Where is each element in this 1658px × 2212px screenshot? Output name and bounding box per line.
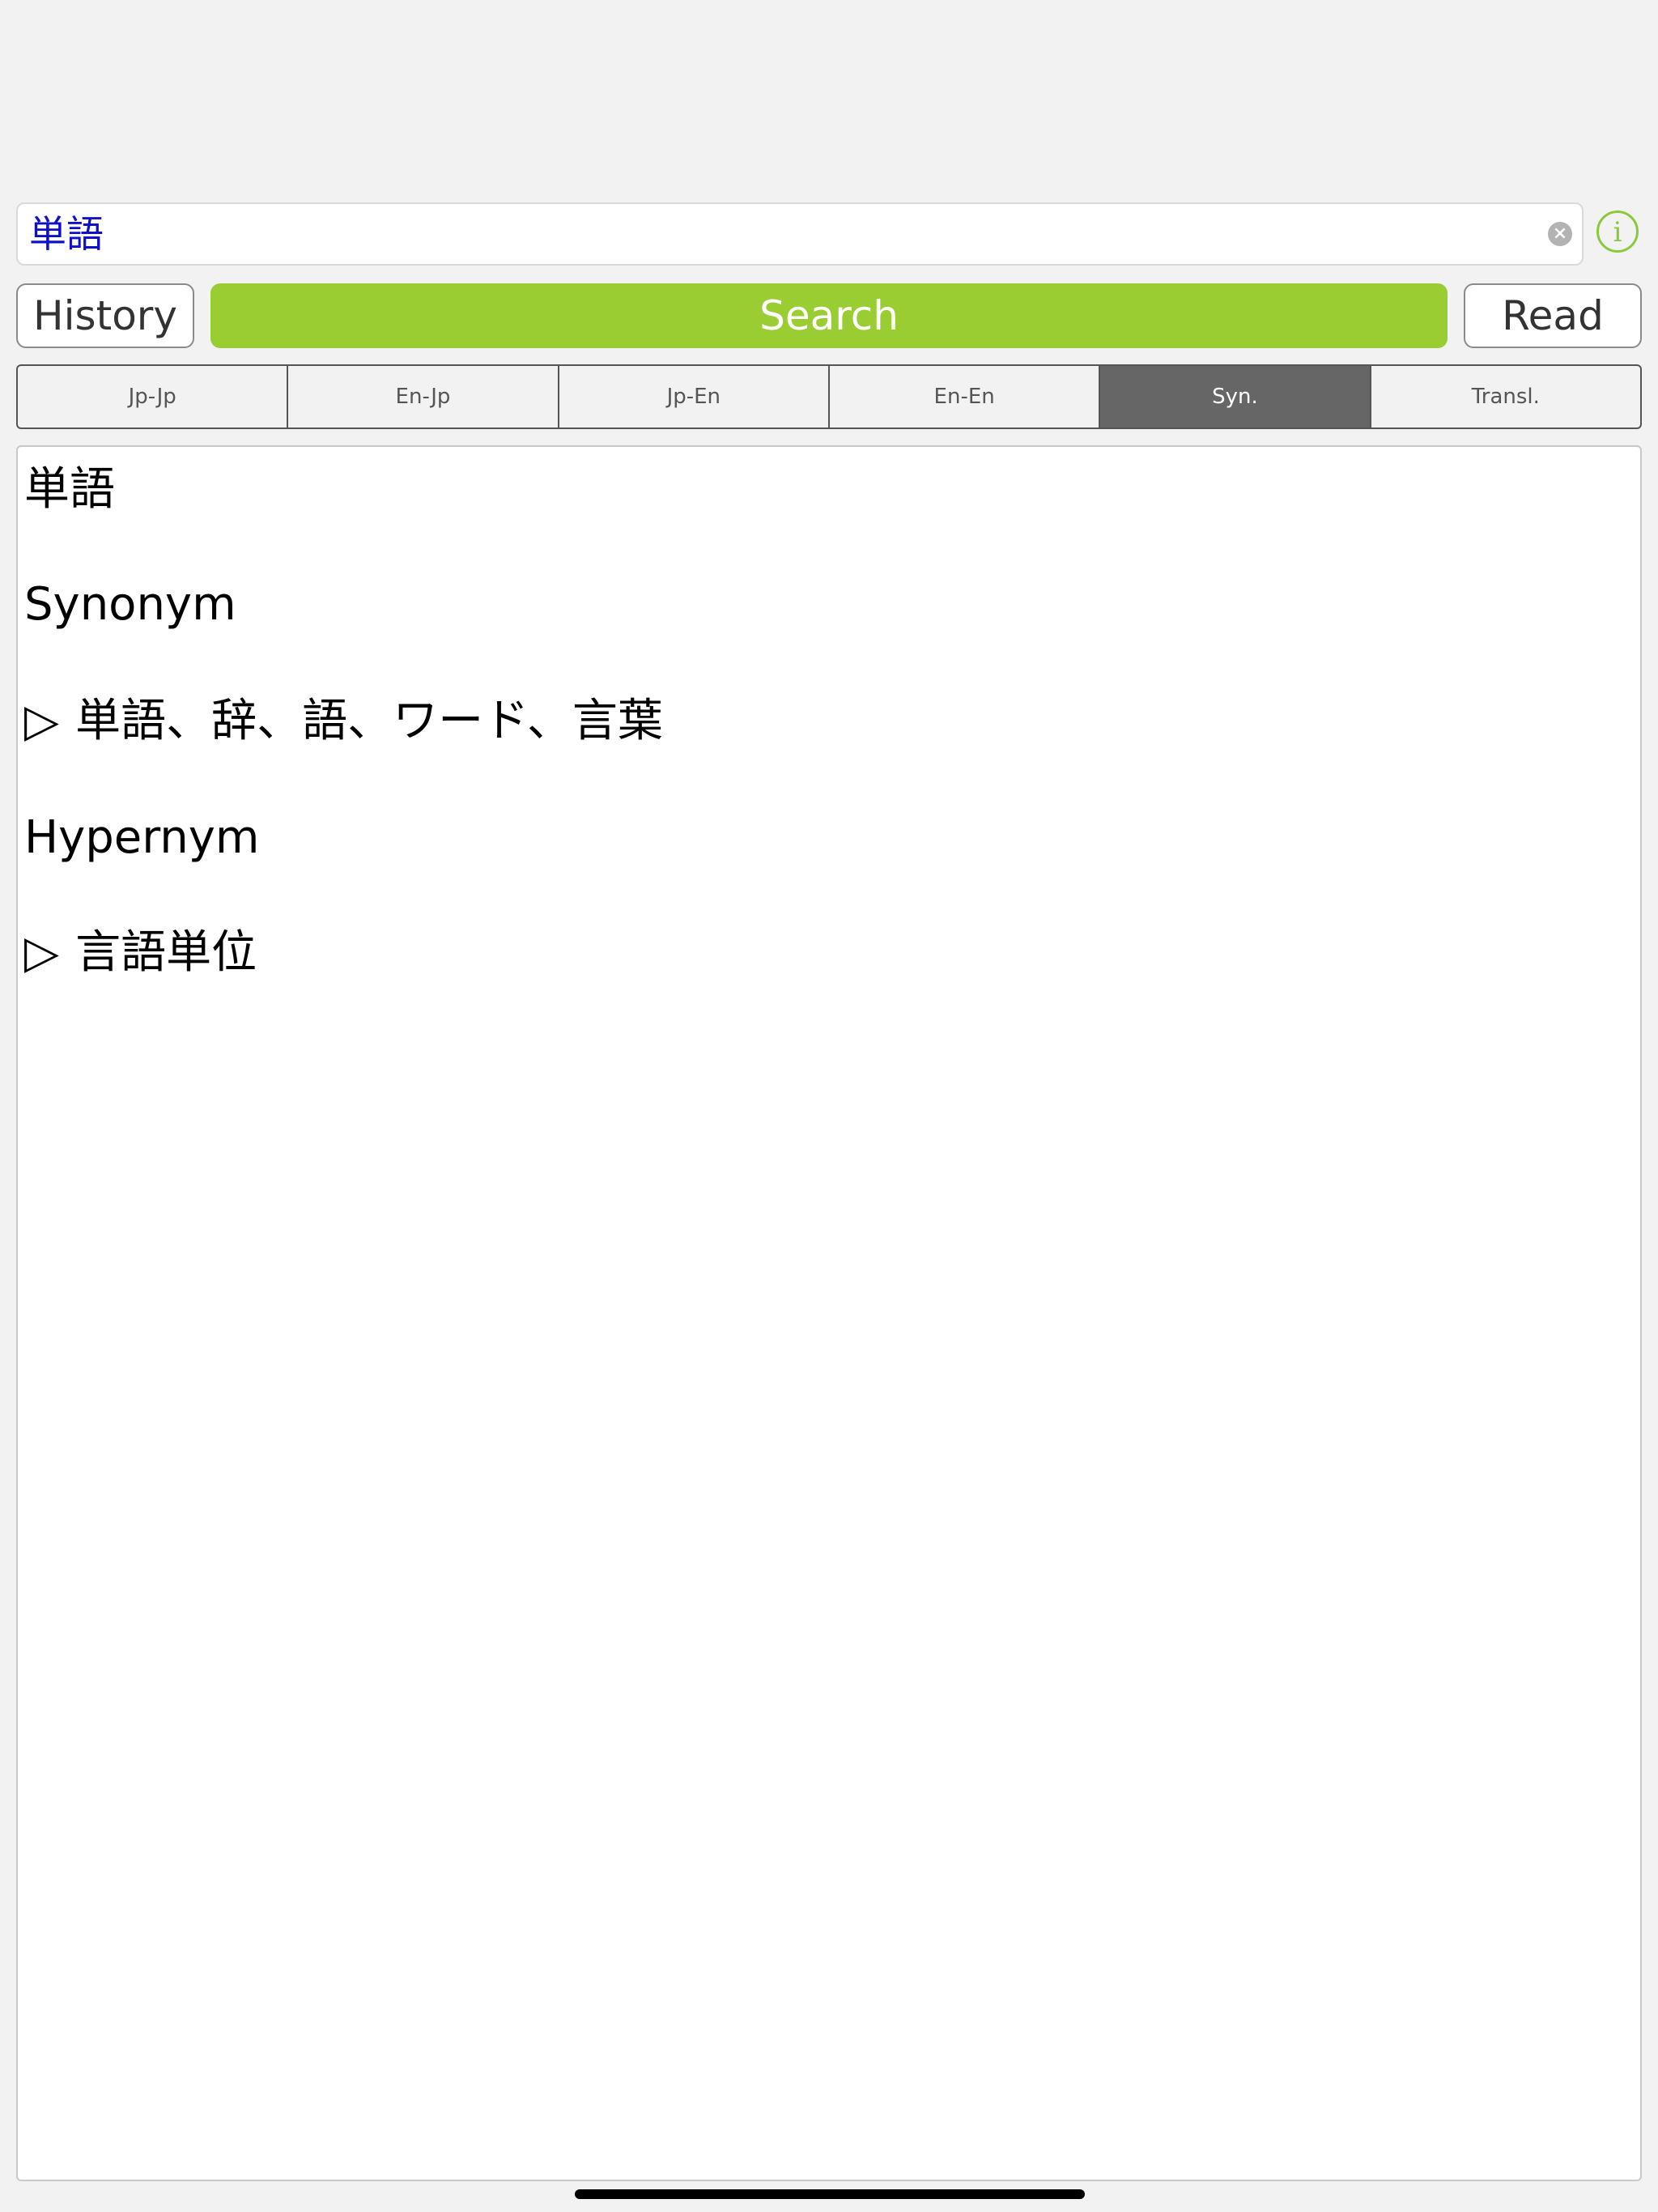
synonym-heading: Synonym xyxy=(24,578,236,631)
history-button[interactable]: History xyxy=(16,283,194,348)
hypernym-heading: Hypernym xyxy=(24,811,260,864)
play-triangle-icon: ▷ xyxy=(24,926,60,979)
tab-en-jp[interactable]: En-Jp xyxy=(288,366,559,428)
tab-jp-en[interactable]: Jp-En xyxy=(559,366,830,428)
tab-jp-jp[interactable]: Jp-Jp xyxy=(18,366,289,428)
search-input[interactable] xyxy=(29,204,1535,264)
hypernym-list: ▷ 言語単位 xyxy=(24,925,257,981)
tab-synonyms[interactable]: Syn. xyxy=(1100,366,1371,428)
synonym-list: ▷ 単語、辞、語、ワード、言葉 xyxy=(24,693,663,750)
hypernym-words[interactable]: 言語単位 xyxy=(75,926,257,979)
info-button[interactable]: i xyxy=(1596,211,1639,253)
result-headword: 単語 xyxy=(24,463,115,516)
home-indicator[interactable] xyxy=(575,2189,1085,2199)
tab-en-en[interactable]: En-En xyxy=(830,366,1101,428)
search-button[interactable]: Search xyxy=(210,283,1448,348)
info-icon: i xyxy=(1613,216,1622,249)
result-view[interactable]: 単語 Synonym ▷ 単語、辞、語、ワード、言葉 Hypernym ▷ 言語単位 xyxy=(16,445,1642,2181)
play-triangle-icon: ▷ xyxy=(24,695,60,747)
synonym-words[interactable]: 単語、辞、語、ワード、言葉 xyxy=(75,695,663,747)
search-field[interactable]: × xyxy=(16,202,1584,266)
dictionary-tabs: Jp-Jp En-Jp Jp-En En-En Syn. Transl. xyxy=(16,364,1642,429)
read-button[interactable]: Read xyxy=(1464,283,1642,348)
clear-icon[interactable]: × xyxy=(1548,222,1572,246)
tab-translate[interactable]: Transl. xyxy=(1371,366,1640,428)
